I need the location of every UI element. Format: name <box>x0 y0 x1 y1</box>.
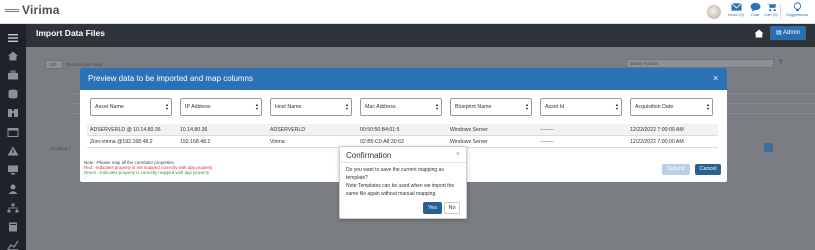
mapping-select-label: IP Address <box>185 104 211 110</box>
close-icon[interactable]: × <box>713 73 718 83</box>
select-arrows-icon: ▲ ▼ <box>345 102 349 111</box>
confirmation-message: Do you want to save the current mapping … <box>346 167 444 181</box>
binoculars-icon[interactable] <box>7 105 19 117</box>
confirmation-title: Confirmation <box>346 151 392 160</box>
select-arrows-icon: ▲ ▼ <box>255 102 259 111</box>
select-actions-dropdown[interactable]: Select Actions <box>626 59 774 68</box>
table-cell: 12/22/2022 7:00:00 AM <box>630 127 684 133</box>
table-cell: 00:50:56:B4:01:5 <box>360 127 400 133</box>
table-cell: -------- <box>540 127 554 133</box>
submit-button[interactable]: Submit <box>662 164 690 175</box>
cart-icon <box>766 3 776 12</box>
warning-icon[interactable] <box>7 143 19 156</box>
mapping-select-label: Mac Address <box>365 104 396 110</box>
home-icon[interactable] <box>754 29 764 38</box>
top-header: Virima Inbox (0) Chat Cart (0) Suggestio… <box>0 0 815 24</box>
select-arrows-icon: ▲ ▼ <box>615 102 619 111</box>
page-size-select[interactable]: 100 <box>45 60 63 69</box>
help-icon[interactable]: ? <box>779 60 782 66</box>
showing-text: Showing 1 <box>50 146 72 151</box>
select-arrows-icon: ▲ ▼ <box>165 102 169 111</box>
select-arrows-icon: ▲ ▼ <box>525 102 529 111</box>
cancel-button[interactable]: Cancel <box>695 164 721 175</box>
yes-button[interactable]: Yes <box>423 202 442 214</box>
mapping-select-host-name[interactable]: Host Name ▲ ▼ <box>270 98 352 116</box>
table-cell: Virima <box>270 139 285 145</box>
pagination-current[interactable] <box>764 143 773 152</box>
modal-header: Preview data to be imported and map colu… <box>80 68 727 90</box>
modal-title: Preview data to be imported and map colu… <box>88 74 253 83</box>
mapping-select-label: Blueprint Name <box>455 104 492 110</box>
admin-button[interactable]: ▤ Admin <box>770 26 806 40</box>
admin-icon: ▤ <box>775 30 782 36</box>
mapping-select-label: Host Name <box>275 104 302 110</box>
table-cell: -------- <box>540 139 554 145</box>
table-cell: Windows Server <box>450 139 488 145</box>
mapping-select-label: Asset Id <box>545 104 565 110</box>
table-cell: Windows Server <box>450 127 488 133</box>
table-cell: 12/22/2022 7:00:00 AM <box>630 139 684 145</box>
briefcase-icon[interactable] <box>7 67 19 80</box>
line-chart-icon[interactable] <box>7 237 19 250</box>
confirmation-dialog: Confirmation × Do you want to save the c… <box>339 146 467 219</box>
monitor-icon[interactable] <box>7 162 19 175</box>
page-size-label: Records per Page <box>66 62 103 67</box>
table-row: ADSERVERLD @ 10.14.80.36 10.14.80.36 ADS… <box>87 124 718 136</box>
header-divider <box>780 4 781 20</box>
user-icon[interactable] <box>7 181 19 194</box>
suggestions-label: Suggestions <box>785 12 808 17</box>
close-icon[interactable]: × <box>456 151 460 158</box>
mapping-note-green: Green :-Indicates property is correctly … <box>84 170 210 175</box>
divider <box>340 162 466 163</box>
table-cell: ADSERVERLD <box>270 127 306 133</box>
avatar[interactable] <box>707 5 721 19</box>
book-icon[interactable] <box>7 219 19 232</box>
mapping-select-mac-address[interactable]: Mac Address ▲ ▼ <box>360 98 442 116</box>
mapping-select-asset-name[interactable]: Asset Name ▲ ▼ <box>90 98 172 116</box>
admin-label: Admin <box>783 30 801 36</box>
mapping-select-label: Acquisition Date <box>635 104 674 110</box>
mapping-select-label: Asset Name <box>95 104 124 110</box>
page-title-bar: Import Data Files <box>26 24 815 44</box>
calendar-icon[interactable] <box>7 124 19 137</box>
table-cell: 10.14.80.36 <box>180 127 208 133</box>
lightbulb-icon <box>793 2 801 12</box>
home-icon[interactable] <box>7 48 19 61</box>
logo-icon <box>5 9 19 12</box>
envelope-icon <box>730 2 742 11</box>
suggestions-button[interactable]: Suggestions <box>782 2 812 24</box>
page-title: Import Data Files <box>36 28 105 38</box>
sidebar <box>0 24 26 250</box>
table-cell: 192.168.48.2 <box>180 139 211 145</box>
table-cell: Zion-virima @192.168.48.2 <box>90 139 153 145</box>
database-icon[interactable] <box>7 86 19 99</box>
select-arrows-icon: ▲ ▼ <box>706 102 710 111</box>
sitemap-icon[interactable] <box>7 200 19 213</box>
table-cell: ADSERVERLD @ 10.14.80.36 <box>90 127 161 133</box>
mapping-select-blueprint-name[interactable]: Blueprint Name ▲ ▼ <box>450 98 532 116</box>
select-arrows-icon: ▲ ▼ <box>435 102 439 111</box>
mapping-select-ip-address[interactable]: IP Address ▲ ▼ <box>180 98 262 116</box>
hamburger-menu-icon[interactable] <box>7 30 19 42</box>
mapping-select-acquisition-date[interactable]: Acquisition Date ▲ ▼ <box>630 98 713 116</box>
no-button[interactable]: No <box>444 202 460 214</box>
confirmation-note: Note:Templates can be used when we impor… <box>346 183 455 197</box>
mapping-select-asset-id[interactable]: Asset Id ▲ ▼ <box>540 98 622 116</box>
app-logo-text: Virima <box>22 3 60 17</box>
table-cell: 02:B5:C0:A8:30:63 <box>360 139 404 145</box>
